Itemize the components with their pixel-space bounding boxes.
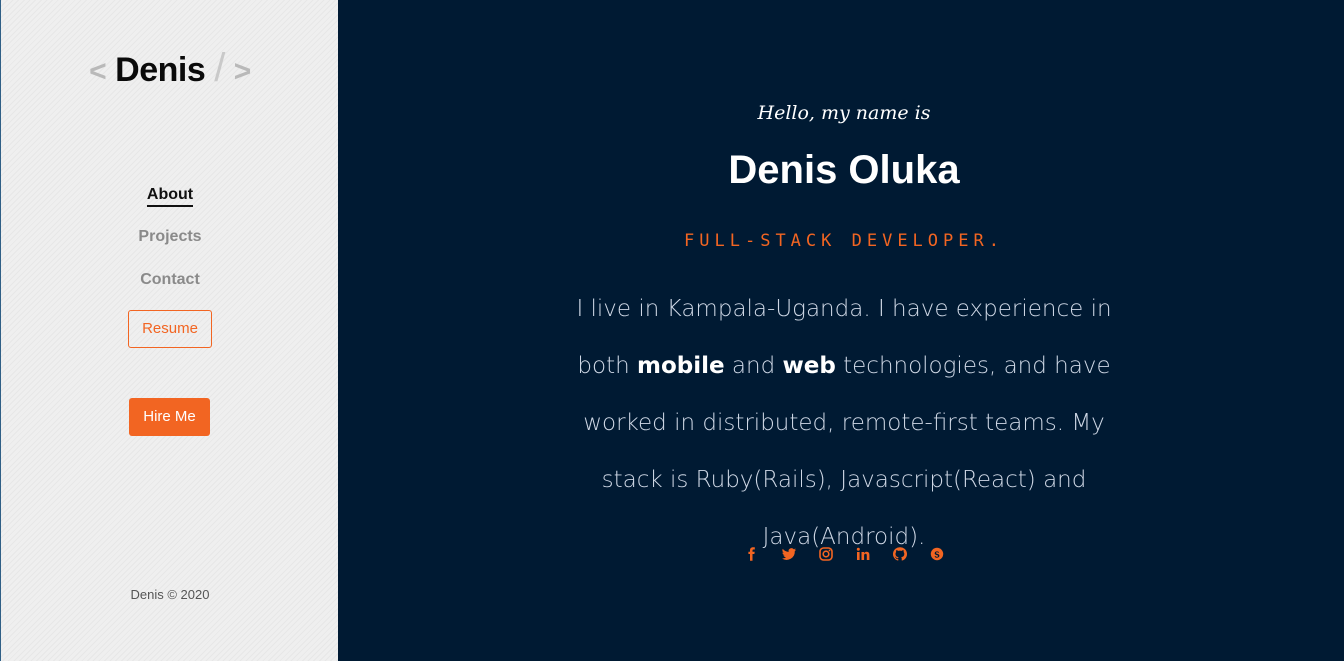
- logo-left-bracket: <: [89, 55, 107, 88]
- main-content: Hello, my name is Denis Oluka FULL-STACK…: [338, 0, 1344, 661]
- nav-item-contact[interactable]: Contact: [1, 271, 339, 289]
- sidebar: < Denis / > About Projects Contact Resum…: [0, 0, 338, 661]
- bio-text-3: technologies, and have worked in distrib…: [583, 353, 1111, 550]
- sidebar-nav: About Projects Contact: [1, 184, 339, 288]
- site-logo[interactable]: < Denis / >: [1, 46, 339, 91]
- logo-right-bracket: >: [233, 55, 252, 88]
- twitter-icon[interactable]: [781, 544, 797, 564]
- instagram-icon[interactable]: [818, 544, 834, 564]
- social-links: [338, 544, 1344, 564]
- hero-bio: I live in Kampala-Uganda. I have experie…: [556, 281, 1132, 566]
- skype-icon[interactable]: [929, 544, 945, 564]
- copyright-text: Denis © 2020: [130, 587, 210, 602]
- logo-slash: /: [214, 46, 225, 90]
- bio-text-2: and: [724, 353, 783, 379]
- hero-name: Denis Oluka: [728, 148, 960, 192]
- greeting-text: Hello, my name is: [757, 102, 931, 124]
- nav-item-projects[interactable]: Projects: [1, 228, 339, 246]
- nav-item-about[interactable]: About: [146, 186, 194, 207]
- bio-web: web: [782, 353, 836, 379]
- linkedin-icon[interactable]: [855, 544, 871, 564]
- logo-name: Denis: [115, 51, 206, 89]
- github-icon[interactable]: [892, 544, 908, 564]
- hero-role: FULL-STACK DEVELOPER.: [684, 231, 1004, 251]
- facebook-icon[interactable]: [744, 544, 760, 564]
- bio-mobile: mobile: [636, 353, 725, 379]
- resume-button[interactable]: Resume: [128, 310, 212, 348]
- hire-me-button[interactable]: Hire Me: [129, 398, 210, 436]
